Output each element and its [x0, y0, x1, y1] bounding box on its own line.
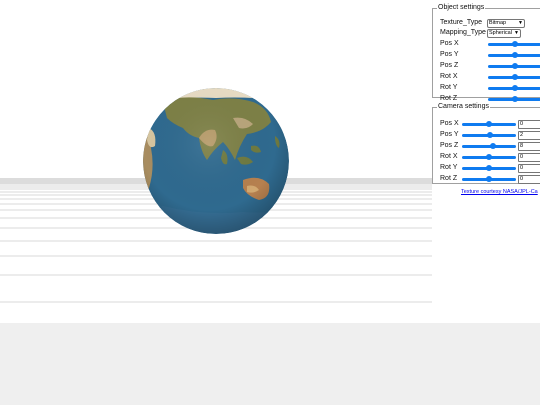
cam-rot-z-label: Rot Z: [440, 175, 458, 182]
cam-rot-x-input[interactable]: 0: [518, 153, 540, 162]
texture-type-select[interactable]: Bitmap ▼: [487, 19, 525, 28]
cam-pos-x-slider[interactable]: [462, 121, 516, 127]
obj-pos-z-row: Pos Z: [440, 61, 540, 71]
chevron-down-icon: ▼: [514, 30, 519, 36]
3d-viewport[interactable]: [0, 0, 432, 323]
obj-rot-z-slider[interactable]: [488, 96, 540, 102]
cam-rot-x-slider[interactable]: [462, 154, 516, 160]
obj-pos-x-slider[interactable]: [488, 41, 540, 47]
obj-rot-y-row: Rot Y: [440, 83, 540, 93]
cam-rot-y-label: Rot Y: [440, 164, 458, 171]
slider-thumb[interactable]: [511, 52, 518, 58]
cam-rot-x-row: Rot X 0: [440, 152, 540, 162]
cam-pos-x-input[interactable]: 0: [518, 120, 540, 129]
cam-pos-x-row: Pos X 0: [440, 119, 540, 129]
slider-thumb[interactable]: [511, 63, 518, 69]
slider-thumb[interactable]: [486, 176, 492, 182]
cam-pos-x-label: Pos X: [440, 120, 459, 127]
texture-type-label: Texture_Type: [440, 19, 483, 26]
obj-pos-x-row: Pos X: [440, 39, 540, 49]
slider-thumb[interactable]: [511, 41, 518, 47]
obj-pos-x-label: Pos X: [440, 40, 459, 47]
slider-thumb[interactable]: [486, 165, 492, 171]
slider-thumb[interactable]: [490, 143, 497, 149]
obj-pos-y-label: Pos Y: [440, 51, 459, 58]
cam-rot-z-slider[interactable]: [462, 176, 516, 182]
camera-settings-group: Camera settings Pos X 0 Pos Y 2 Pos Z 8: [432, 103, 540, 184]
cam-rot-x-label: Rot X: [440, 153, 458, 160]
cam-pos-z-label: Pos Z: [440, 142, 459, 149]
slider-track: [462, 145, 516, 148]
texture-type-value: Bitmap: [489, 20, 507, 26]
slider-thumb[interactable]: [511, 74, 518, 80]
cam-pos-y-label: Pos Y: [440, 131, 459, 138]
cam-pos-y-slider[interactable]: [462, 132, 516, 138]
cam-pos-z-row: Pos Z 8: [440, 141, 540, 151]
mapping-type-value: Spherical: [489, 30, 512, 36]
object-settings-legend: Object settings: [438, 4, 485, 11]
obj-pos-z-label: Pos Z: [440, 62, 459, 69]
mapping-type-label: Mapping_Type: [440, 29, 486, 36]
cam-rot-y-slider[interactable]: [462, 165, 516, 171]
obj-pos-z-slider[interactable]: [488, 63, 540, 69]
slider-thumb[interactable]: [486, 121, 492, 127]
obj-rot-x-row: Rot X: [440, 72, 540, 82]
earth-globe[interactable]: [143, 88, 289, 234]
obj-rot-y-slider[interactable]: [488, 85, 540, 91]
cam-rot-z-row: Rot Z 0: [440, 174, 540, 184]
cam-rot-y-input[interactable]: 0: [518, 164, 540, 173]
texture-type-row: Texture_Type Bitmap ▼: [440, 18, 540, 28]
texture-credit-link[interactable]: Texture courtesy NASA/JPL-Ca: [461, 189, 538, 195]
settings-panel: Object settings Texture_Type Bitmap ▼ Ma…: [432, 0, 540, 323]
slider-thumb[interactable]: [511, 85, 518, 91]
obj-rot-x-slider[interactable]: [488, 74, 540, 80]
slider-thumb[interactable]: [511, 96, 518, 102]
cam-pos-z-slider[interactable]: [462, 143, 516, 149]
camera-settings-legend: Camera settings: [438, 103, 489, 110]
obj-rot-x-label: Rot X: [440, 73, 458, 80]
cam-rot-z-input[interactable]: 0: [518, 175, 540, 184]
slider-thumb[interactable]: [487, 132, 494, 138]
cam-pos-y-row: Pos Y 2: [440, 130, 540, 140]
obj-pos-y-slider[interactable]: [488, 52, 540, 58]
cam-rot-y-row: Rot Y 0: [440, 163, 540, 173]
cam-pos-z-input[interactable]: 8: [518, 142, 540, 151]
obj-rot-y-label: Rot Y: [440, 84, 458, 91]
slider-thumb[interactable]: [486, 154, 492, 160]
object-settings-group: Object settings Texture_Type Bitmap ▼ Ma…: [432, 4, 540, 102]
mapping-type-row: Mapping_Type Spherical ▼: [440, 28, 540, 38]
chevron-down-icon: ▼: [518, 20, 523, 26]
mapping-type-select[interactable]: Spherical ▼: [487, 29, 521, 38]
obj-pos-y-row: Pos Y: [440, 50, 540, 60]
cam-pos-y-input[interactable]: 2: [518, 131, 540, 140]
